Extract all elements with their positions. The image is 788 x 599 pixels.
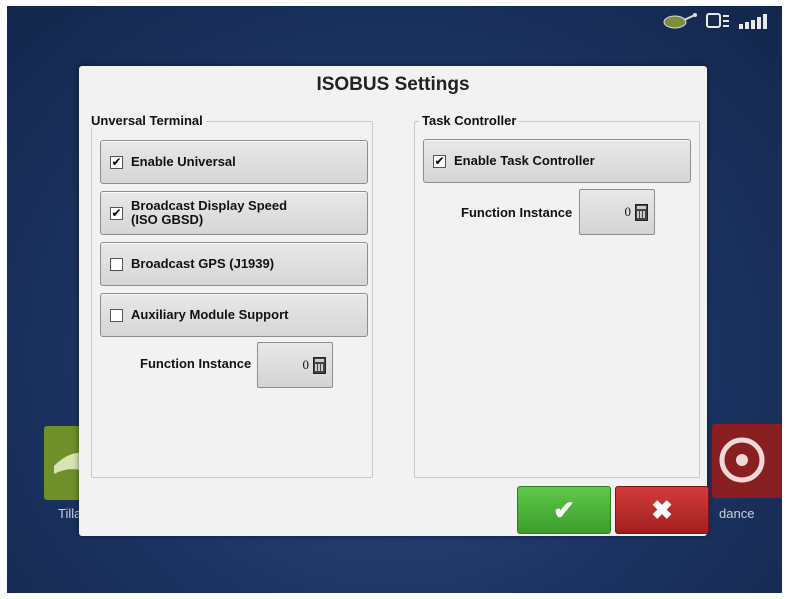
checkbox-icon [110,257,123,271]
dialog-title: ISOBUS Settings [316,74,470,95]
guidance-tile[interactable] [712,424,782,498]
broadcast-gps-label: Broadcast GPS (J1939) [131,256,275,271]
universal-terminal-label: Unversal Terminal [88,113,206,128]
field-icon[interactable] [662,12,698,35]
cancel-button[interactable]: ✖ [615,486,709,534]
calculator-icon [635,203,648,221]
guidance-tile-label: dance [719,506,755,521]
steering-wheel-icon [719,437,765,483]
checkbox-icon: ✔ [433,153,446,168]
enable-universal-label: Enable Universal [131,154,236,169]
gps-signal-icon[interactable] [738,12,772,35]
calculator-icon [313,356,326,374]
function-instance-value: 0 [302,357,310,372]
broadcast-display-speed-label: Broadcast Display Speed (ISO GBSD) [131,198,288,227]
task-controller-group: Task Controller ✔ Enable Task Controller… [414,113,700,478]
status-icons [662,12,772,35]
broadcast-display-speed-checkbox[interactable]: ✔ Broadcast Display Speed (ISO GBSD) [100,191,368,235]
function-instance-label: Function Instance [461,205,573,220]
universal-function-instance-input[interactable]: 0 [257,342,333,388]
auxiliary-module-support-label: Auxiliary Module Support [131,307,289,322]
enable-task-controller-label: Enable Task Controller [454,153,595,168]
function-instance-value: 0 [624,204,632,219]
broadcast-gps-checkbox[interactable]: Broadcast GPS (J1939) [100,242,368,286]
enable-task-controller-checkbox[interactable]: ✔ Enable Task Controller [423,139,691,183]
ok-button[interactable]: ✔ [517,486,611,534]
auxiliary-module-support-checkbox[interactable]: Auxiliary Module Support [100,293,368,337]
tillage-tile-label: Tilla [58,506,82,521]
function-instance-label: Function Instance [140,356,252,371]
enable-universal-checkbox[interactable]: ✔ Enable Universal [100,140,368,184]
display-icon[interactable] [706,12,730,35]
isobus-settings-dialog: ISOBUS Settings Unversal Terminal ✔ Enab… [79,66,709,536]
checkbox-icon: ✔ [110,154,123,169]
checkbox-icon: ✔ [110,205,123,220]
universal-terminal-group: Unversal Terminal ✔ Enable Universal ✔ B… [88,113,373,478]
checkbox-icon [110,308,123,322]
task-controller-label: Task Controller [419,113,520,128]
x-icon: ✖ [651,494,673,525]
checkmark-icon: ✔ [553,494,575,525]
task-controller-function-instance-input[interactable]: 0 [579,189,655,235]
